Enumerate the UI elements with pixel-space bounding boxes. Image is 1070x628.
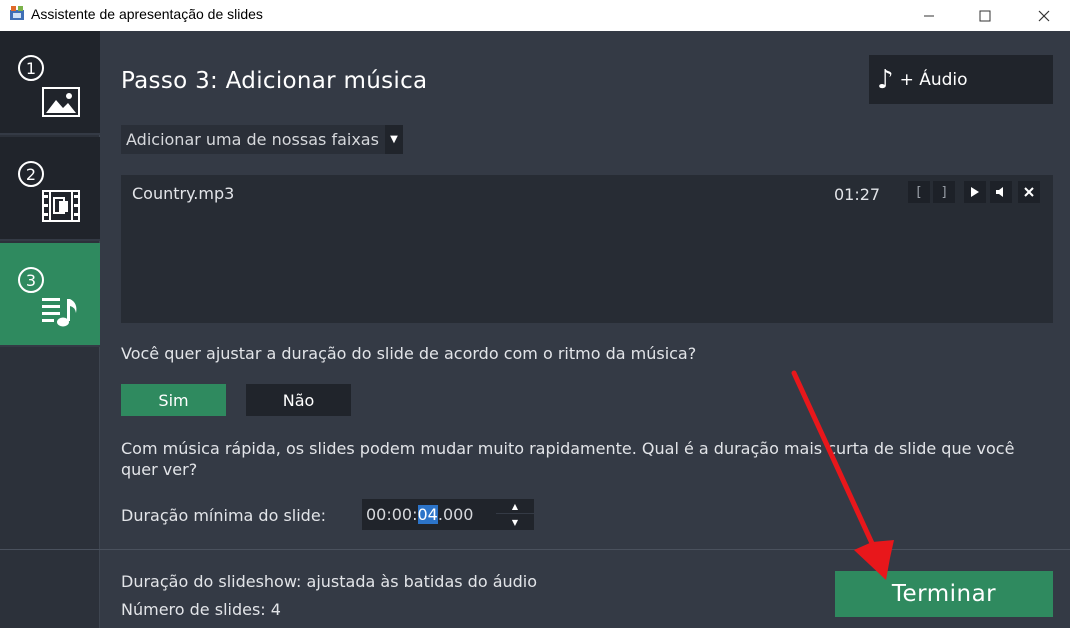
dropdown-value: Adicionar uma de nossas faixas: [126, 130, 379, 149]
duration-prefix: 00:00:: [366, 505, 418, 524]
image-icon: [42, 87, 80, 117]
minimize-button[interactable]: [906, 0, 952, 31]
remove-track-icon[interactable]: [1018, 181, 1040, 203]
track-source-dropdown[interactable]: Adicionar uma de nossas faixas ▼: [121, 125, 403, 154]
add-audio-button[interactable]: ♪ + Áudio: [869, 55, 1053, 104]
slide-count-text: Número de slides: 4: [121, 600, 281, 619]
step-2-transitions[interactable]: 2: [0, 137, 100, 241]
duration-selected-segment[interactable]: 04: [417, 505, 438, 524]
step-number-2-icon: 2: [18, 161, 44, 187]
volume-icon[interactable]: [990, 181, 1012, 203]
min-duration-value[interactable]: 00:00:04.000: [366, 505, 473, 524]
film-icon: [42, 190, 80, 222]
app-icon: [10, 6, 24, 20]
play-glyph: [971, 187, 979, 197]
step-sidebar: 1 2 3: [0, 31, 100, 628]
page-title: Passo 3: Adicionar música: [121, 68, 428, 94]
window-title: Assistente de apresentação de slides: [31, 6, 263, 22]
step-3-music[interactable]: 3: [0, 243, 100, 347]
close-window-button[interactable]: [1021, 0, 1067, 31]
add-audio-label: + Áudio: [899, 69, 968, 90]
rhythm-question: Você quer ajustar a duração do slide de …: [121, 344, 697, 363]
duration-suffix: .000: [437, 505, 474, 524]
slideshow-duration-text: Duração do slideshow: ajustada às batida…: [121, 572, 538, 591]
close-glyph: [1024, 187, 1034, 197]
trim-start-icon[interactable]: [: [908, 181, 930, 203]
wizard-window: 1 2 3 Passo 3: Adicionar música ♪ + Áudi…: [0, 31, 1070, 628]
step-number-1-icon: 1: [18, 55, 44, 81]
no-button[interactable]: Não: [246, 384, 351, 416]
svg-text:1: 1: [26, 59, 36, 78]
min-duration-label: Duração mínima do slide:: [121, 506, 327, 525]
trim-end-icon[interactable]: ]: [933, 181, 955, 203]
track-duration: 01:27: [834, 185, 881, 204]
svg-text:2: 2: [26, 165, 36, 184]
speaker-glyph: [996, 187, 1003, 197]
audio-track-list: Country.mp3 01:27 [ ]: [121, 175, 1053, 323]
minimize-icon: [924, 15, 934, 16]
spin-down-icon[interactable]: ▼: [496, 515, 534, 530]
svg-text:3: 3: [26, 271, 36, 290]
spin-up-icon[interactable]: ▲: [496, 499, 534, 514]
step-1-photos[interactable]: 1: [0, 31, 100, 135]
close-icon: [1038, 10, 1050, 21]
maximize-icon: [979, 10, 991, 21]
annotation-arrow-icon: [791, 370, 894, 580]
yes-button[interactable]: Sim: [121, 384, 226, 416]
music-list-icon: [42, 298, 77, 327]
play-icon[interactable]: [964, 181, 986, 203]
chevron-down-icon[interactable]: ▼: [384, 125, 403, 154]
step-number-3-icon: 3: [18, 267, 44, 293]
music-note-icon: ♪: [877, 64, 894, 95]
min-duration-input[interactable]: 00:00:04.000 ▲ ▼: [362, 499, 534, 530]
track-name[interactable]: Country.mp3: [132, 184, 234, 203]
maximize-button[interactable]: [962, 0, 1008, 31]
title-bar: Assistente de apresentação de slides: [0, 0, 1070, 31]
